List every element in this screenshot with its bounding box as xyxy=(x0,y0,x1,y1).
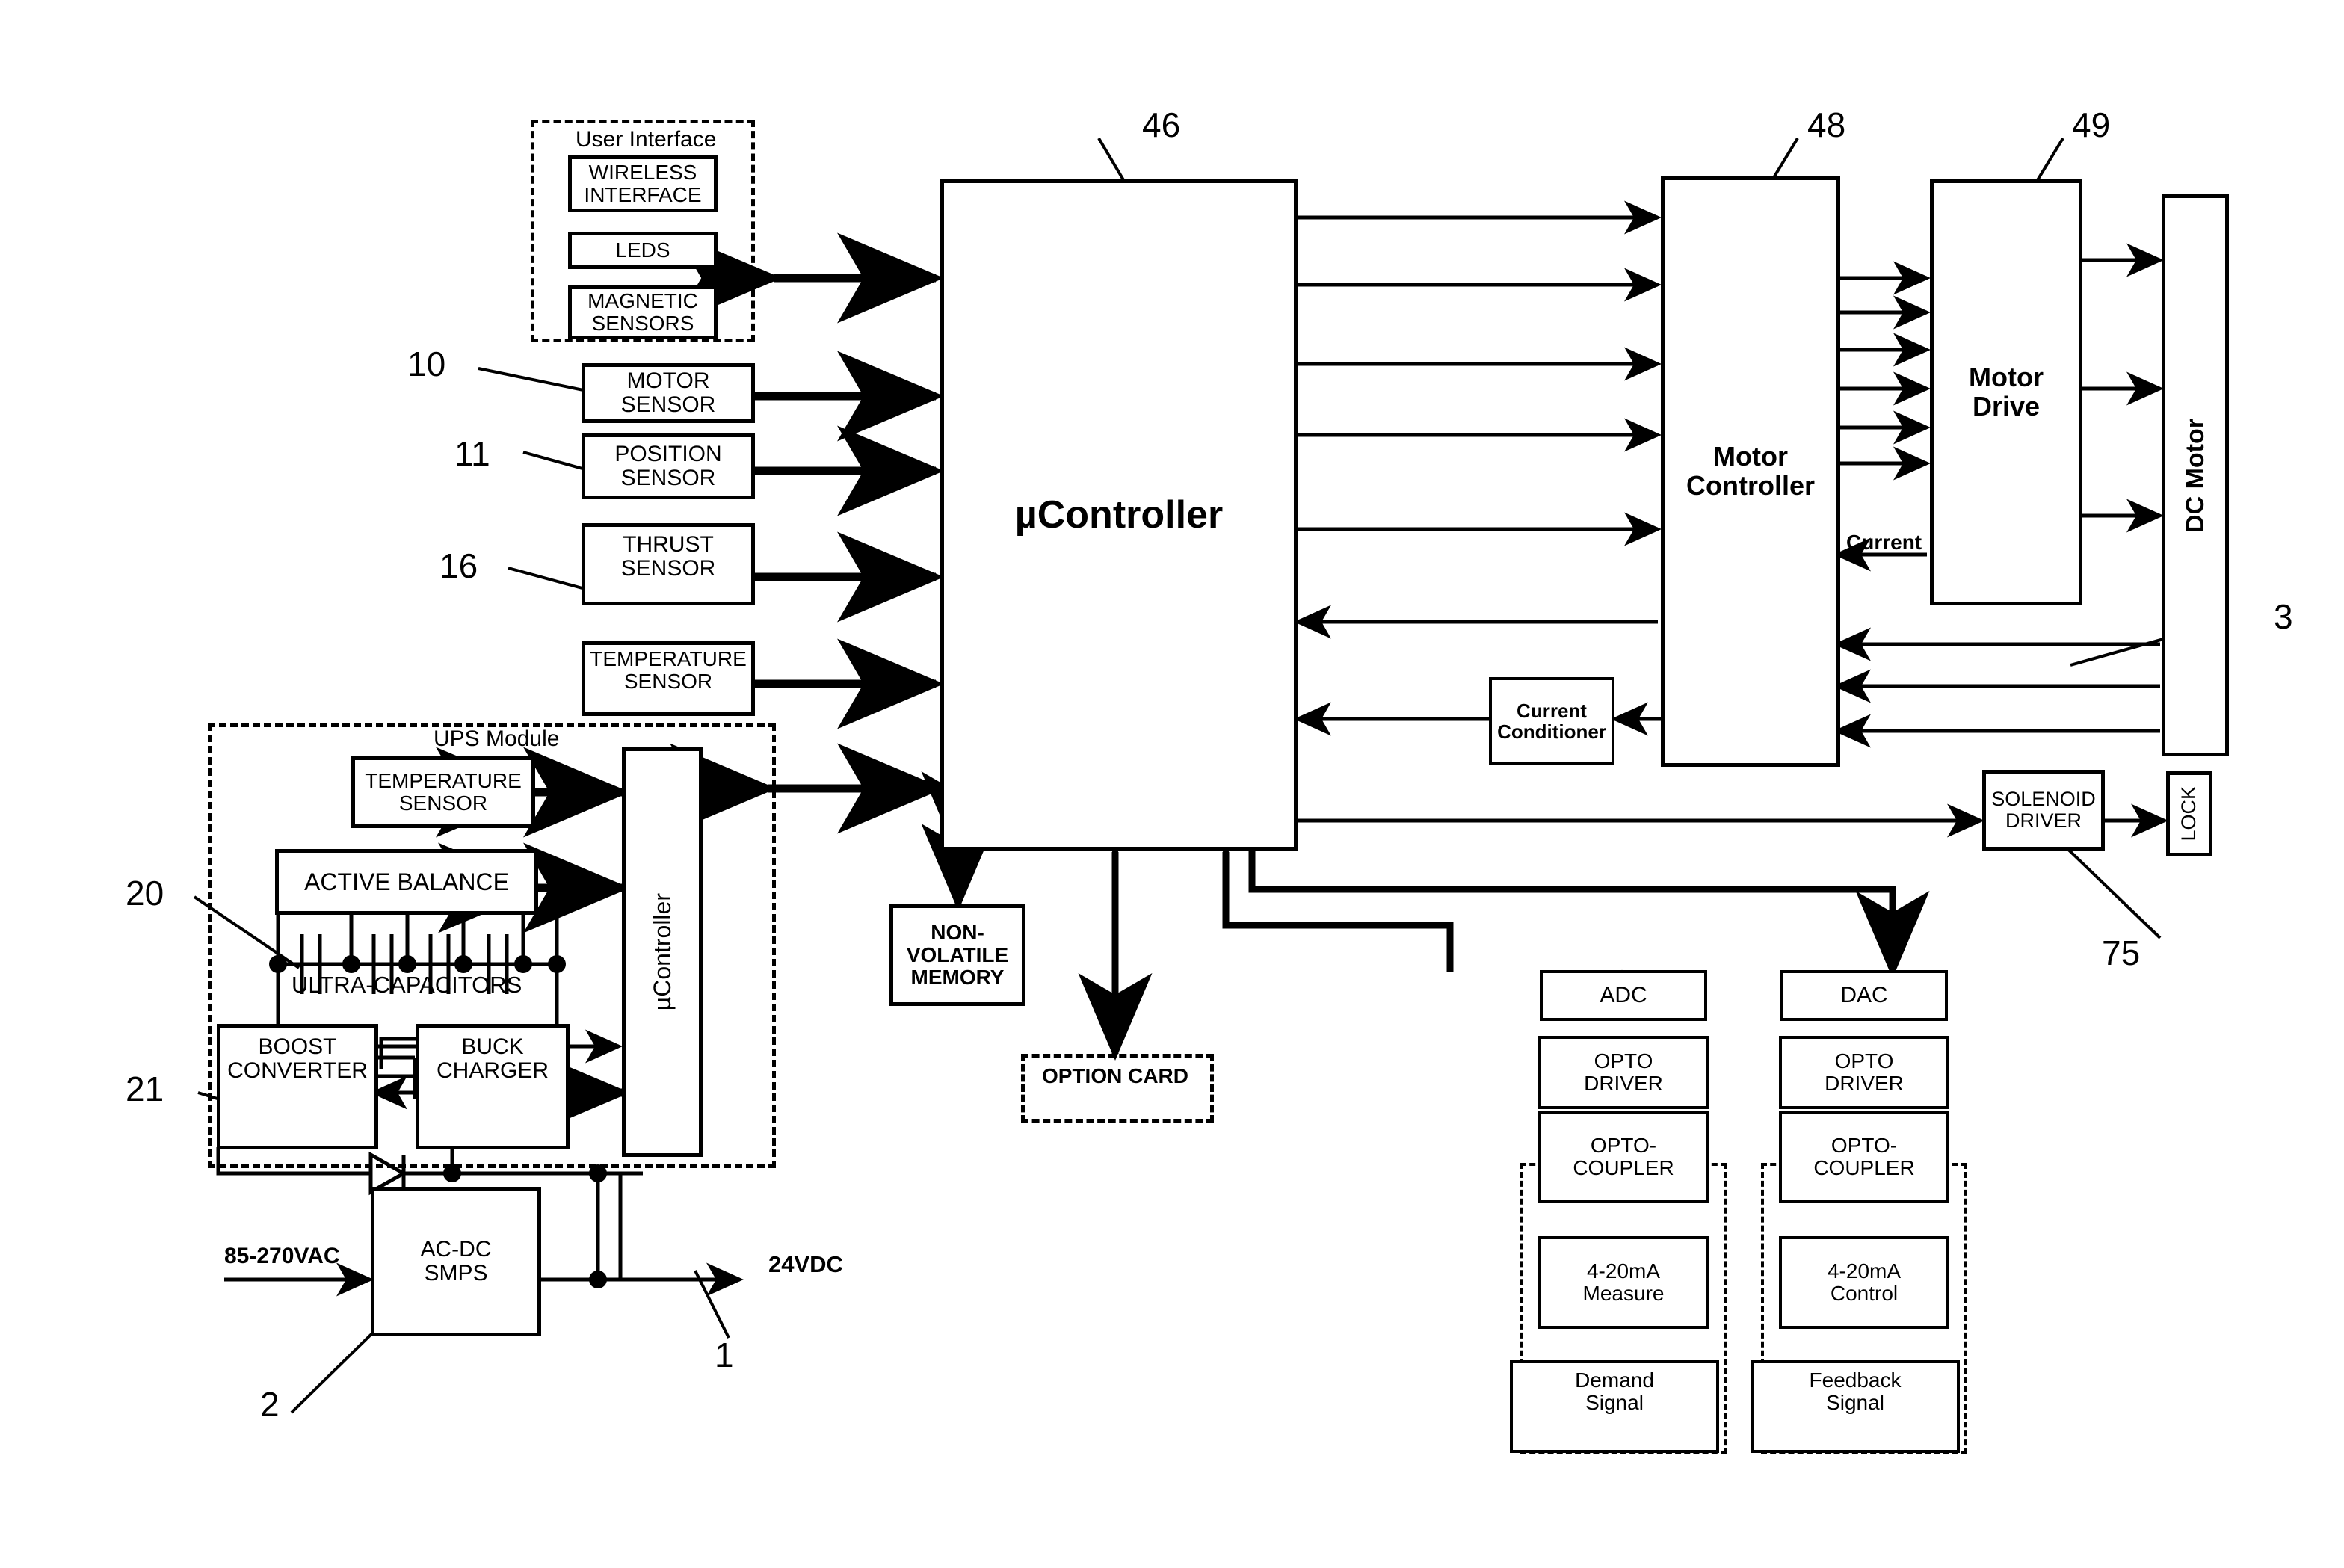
ups-module-group-title: UPS Module xyxy=(434,726,560,751)
reference-numeral-11: 11 xyxy=(454,434,490,473)
leds-block[interactable]: LEDS xyxy=(568,232,718,269)
ac-dc-smps-block[interactable]: AC-DC SMPS xyxy=(371,1187,541,1336)
ups-temperature-sensor-block[interactable]: TEMPERATURE SENSOR xyxy=(351,756,535,828)
ac-dc-smps-label: AC-DC SMPS xyxy=(420,1236,492,1285)
magnetic-sensors-block[interactable]: MAGNETIC SENSORS xyxy=(568,285,718,339)
opto-coupler-right-label: OPTO- COUPLER xyxy=(1813,1133,1915,1179)
opto-coupler-right-block[interactable]: OPTO- COUPLER xyxy=(1779,1111,1949,1203)
ucontroller-label: µController xyxy=(1014,493,1224,537)
reference-numeral-1: 1 xyxy=(715,1336,734,1374)
feedback-signal-label: Feedback Signal xyxy=(1809,1368,1902,1415)
adc-block[interactable]: ADC xyxy=(1540,970,1707,1021)
current-conditioner-label: Current Conditioner xyxy=(1497,699,1606,743)
boost-converter-label: BOOST CONVERTER xyxy=(227,1034,368,1084)
ultra-capacitors-label: ULTRA-CAPACITORS xyxy=(292,972,522,998)
reference-numeral-21: 21 xyxy=(126,1069,164,1108)
dac-block[interactable]: DAC xyxy=(1780,970,1948,1021)
option-card-label: OPTION CARD xyxy=(1042,1064,1188,1087)
reference-numeral-10: 10 xyxy=(407,345,446,383)
demand-signal-label: Demand Signal xyxy=(1575,1368,1654,1415)
active-balance-label: ACTIVE BALANCE xyxy=(304,868,509,895)
motor-controller-block[interactable]: Motor Controller xyxy=(1661,176,1840,767)
motor-drive-label: Motor Drive xyxy=(1969,362,2044,422)
feedback-signal-block[interactable]: Feedback Signal xyxy=(1751,1360,1960,1453)
reference-numeral-46: 46 xyxy=(1142,105,1181,144)
current-conditioner-block[interactable]: Current Conditioner xyxy=(1489,677,1614,765)
opto-coupler-left-block[interactable]: OPTO- COUPLER xyxy=(1538,1111,1709,1203)
reference-numeral-16: 16 xyxy=(440,546,478,585)
temperature-sensor-label: TEMPERATURE SENSOR xyxy=(590,647,747,694)
measure-4-20ma-block[interactable]: 4-20mA Measure xyxy=(1538,1236,1709,1329)
thrust-sensor-block[interactable]: THRUST SENSOR xyxy=(582,523,755,605)
position-sensor-label: POSITION SENSOR xyxy=(614,441,722,490)
motor-drive-block[interactable]: Motor Drive xyxy=(1930,179,2082,605)
control-4-20ma-block[interactable]: 4-20mA Control xyxy=(1779,1236,1949,1329)
control-4-20ma-label: 4-20mA Control xyxy=(1827,1259,1902,1305)
reference-numeral-75: 75 xyxy=(2102,933,2141,972)
adc-label: ADC xyxy=(1600,982,1647,1007)
measure-4-20ma-label: 4-20mA Measure xyxy=(1582,1259,1665,1305)
motor-controller-label: Motor Controller xyxy=(1685,441,1815,501)
temperature-sensor-block[interactable]: TEMPERATURE SENSOR xyxy=(582,641,755,716)
reference-numeral-20: 20 xyxy=(126,874,164,913)
opto-driver-left-label: OPTO DRIVER xyxy=(1584,1049,1663,1095)
ucontroller-block[interactable]: µController xyxy=(940,179,1298,851)
solenoid-driver-label: SOLENOID DRIVER xyxy=(1991,787,2096,832)
buck-charger-block[interactable]: BUCK CHARGER xyxy=(416,1024,570,1149)
dc-output-label: 24VDC xyxy=(768,1251,843,1277)
active-balance-block[interactable]: ACTIVE BALANCE xyxy=(275,849,538,915)
reference-numeral-49: 49 xyxy=(2072,105,2111,144)
demand-signal-block[interactable]: Demand Signal xyxy=(1510,1360,1719,1453)
opto-driver-right-label: OPTO DRIVER xyxy=(1825,1049,1904,1095)
lock-label: LOCK xyxy=(2177,786,2200,842)
boost-converter-block[interactable]: BOOST CONVERTER xyxy=(217,1024,378,1149)
motor-sensor-label: MOTOR SENSOR xyxy=(620,368,716,417)
ac-input-label: 85-270VAC xyxy=(224,1244,340,1268)
leds-label: LEDS xyxy=(615,238,670,262)
opto-driver-left-block[interactable]: OPTO DRIVER xyxy=(1538,1036,1709,1109)
wireless-interface-label: WIRELESS INTERFACE xyxy=(584,160,702,206)
solenoid-driver-block[interactable]: SOLENOID DRIVER xyxy=(1982,770,2105,851)
user-interface-group-title: User Interface xyxy=(576,127,717,152)
wireless-interface-block[interactable]: WIRELESS INTERFACE xyxy=(568,155,718,212)
current-signal-label: Current xyxy=(1846,531,1922,554)
lock-block[interactable]: LOCK xyxy=(2166,771,2212,856)
non-volatile-memory-block[interactable]: NON- VOLATILE MEMORY xyxy=(889,904,1026,1006)
reference-numeral-48: 48 xyxy=(1807,105,1846,144)
reference-numeral-2: 2 xyxy=(260,1385,280,1424)
thrust-sensor-label: THRUST SENSOR xyxy=(620,532,716,581)
reference-numeral-3: 3 xyxy=(2274,597,2293,636)
ups-ucontroller-block[interactable]: µController xyxy=(622,747,703,1157)
dac-label: DAC xyxy=(1840,982,1888,1007)
motor-sensor-block[interactable]: MOTOR SENSOR xyxy=(582,363,755,423)
buck-charger-label: BUCK CHARGER xyxy=(436,1034,549,1084)
dc-motor-label: DC Motor xyxy=(2180,418,2209,533)
position-sensor-block[interactable]: POSITION SENSOR xyxy=(582,433,755,499)
ups-ucontroller-label: µController xyxy=(648,893,676,1011)
opto-coupler-left-label: OPTO- COUPLER xyxy=(1573,1133,1674,1179)
opto-driver-right-block[interactable]: OPTO DRIVER xyxy=(1779,1036,1949,1109)
magnetic-sensors-label: MAGNETIC SENSORS xyxy=(587,288,698,335)
ups-temperature-sensor-label: TEMPERATURE SENSOR xyxy=(365,768,522,815)
block-diagram-canvas: User Interface UPS Module WIRELESS INTER… xyxy=(0,0,2344,1568)
dc-motor-block[interactable]: DC Motor xyxy=(2162,194,2229,756)
non-volatile-memory-label: NON- VOLATILE MEMORY xyxy=(906,920,1009,990)
